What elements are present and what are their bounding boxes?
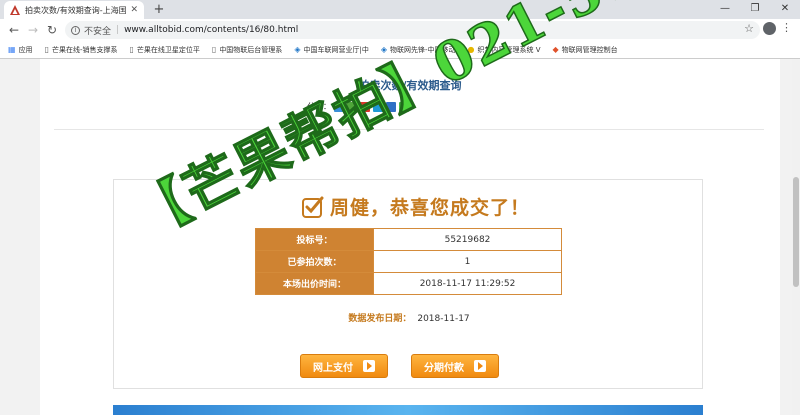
- window-close-button[interactable]: ✕: [770, 0, 800, 19]
- installment-payment-label: 分期付款: [424, 362, 464, 374]
- check-badge-icon: [302, 196, 324, 218]
- bookmark-star-icon[interactable]: ☆: [744, 22, 754, 35]
- online-payment-label: 网上支付: [313, 362, 353, 374]
- forward-icon[interactable]: →: [25, 22, 41, 38]
- page-icon: ▯: [129, 45, 134, 54]
- browser-tab[interactable]: 拍卖次数/有效期查询-上海国际商 ✕: [4, 1, 144, 19]
- table-row: 投标号： 55219682: [255, 228, 562, 251]
- bookmark-label: 中国车联网营业厅|中: [303, 45, 369, 54]
- bottom-banner: [113, 405, 703, 415]
- row-value: 1: [373, 250, 562, 273]
- result-table: 投标号： 55219682 已参拍次数： 1 本场出价时间： 2018-11-1…: [255, 228, 562, 295]
- row-label: 本场出价时间：: [255, 272, 374, 295]
- installment-payment-button[interactable]: 分期付款: [411, 354, 499, 378]
- arrow-right-icon: [363, 360, 375, 372]
- bookmark-item[interactable]: ◈ 中国车联网营业厅|中: [294, 45, 369, 55]
- arrow-right-icon: [474, 360, 486, 372]
- row-label: 已参拍次数：: [255, 250, 374, 273]
- page-scrollbar[interactable]: [792, 59, 800, 415]
- table-row: 已参拍次数： 1: [255, 250, 562, 273]
- bookmark-label: 芒果在线卫星定位平: [136, 45, 200, 54]
- tab-title: 拍卖次数/有效期查询-上海国际商: [25, 5, 127, 15]
- url-text[interactable]: www.alltobid.com/contents/16/80.html: [124, 25, 298, 35]
- site-favicon-icon: [10, 5, 20, 15]
- table-row: 本场出价时间： 2018-11-17 11:29:52: [255, 272, 562, 295]
- congrats-text: 周健，恭喜您成交了！: [330, 197, 531, 219]
- row-label: 投标号：: [255, 228, 374, 251]
- bookmark-item[interactable]: ◆ 物联网管理控制台: [553, 45, 618, 55]
- divider: [54, 129, 764, 130]
- bookmark-label: 芒果在线-销售支撑系: [51, 45, 118, 54]
- browser-menu-icon[interactable]: ⋮: [781, 21, 792, 34]
- reload-icon[interactable]: ↻: [44, 22, 60, 38]
- bookmark-label: 物联网管理控制台: [561, 45, 618, 54]
- tab-close-icon[interactable]: ✕: [130, 5, 138, 15]
- new-tab-button[interactable]: +: [151, 1, 167, 18]
- tab-strip: 拍卖次数/有效期查询-上海国际商 ✕ + — ❐ ✕: [0, 0, 800, 19]
- minimize-button[interactable]: —: [710, 0, 740, 19]
- restore-button[interactable]: ❐: [740, 0, 770, 19]
- page-icon: ▯: [211, 45, 217, 54]
- publish-date-label: 数据发布日期：: [348, 314, 412, 324]
- bookmark-item[interactable]: ▯ 芒果在线-销售支撑系: [45, 45, 118, 55]
- page-icon: ▯: [44, 45, 49, 54]
- insecure-label: 不安全: [84, 26, 112, 37]
- scroll-thumb[interactable]: [793, 177, 799, 287]
- online-payment-button[interactable]: 网上支付: [300, 354, 388, 378]
- back-icon[interactable]: ←: [6, 22, 22, 38]
- apps-grid-icon: ▦: [8, 45, 16, 54]
- info-icon[interactable]: i: [71, 25, 80, 35]
- address-separator: |: [116, 25, 120, 35]
- row-value: 2018-11-17 11:29:52: [373, 272, 562, 295]
- bookmark-item[interactable]: ▯ 中国物联后台管理系: [212, 45, 282, 55]
- publish-date-value: 2018-11-17: [417, 314, 470, 324]
- bookmark-item[interactable]: ▯ 芒果在线卫星定位平: [130, 45, 200, 55]
- site-icon: ◈: [294, 45, 301, 54]
- congrats-heading: 周健，恭喜您成交了！: [302, 193, 530, 220]
- row-value: 55219682: [373, 228, 562, 251]
- bookmark-apps[interactable]: ▦ 应用: [8, 45, 33, 55]
- publish-date-line: 数据发布日期： 2018-11-17: [114, 311, 704, 324]
- bookmark-label: 中国物联后台管理系: [219, 45, 283, 54]
- bookmark-label: 应用: [18, 45, 33, 54]
- profile-avatar-icon[interactable]: [763, 22, 776, 35]
